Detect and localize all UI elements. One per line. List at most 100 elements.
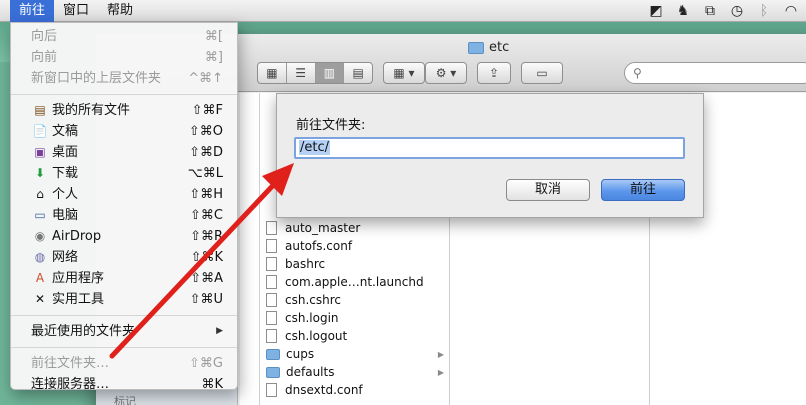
- window-title-text: etc: [489, 40, 510, 55]
- chevron-right-icon: ▶: [216, 326, 223, 336]
- chevron-right-icon: ▶: [437, 349, 444, 359]
- list-item[interactable]: auto_master: [266, 219, 448, 237]
- shortcut-label: ⇧⌘F: [191, 103, 223, 118]
- icon-view-icon[interactable]: ▦: [258, 63, 287, 83]
- tag-icon: ▭: [536, 66, 548, 80]
- menu-help[interactable]: 帮助: [98, 0, 142, 22]
- list-item[interactable]: autofs.conf: [266, 237, 448, 255]
- all-files-icon: ▤: [34, 103, 46, 117]
- chevron-right-icon: ▶: [437, 367, 444, 377]
- go-button[interactable]: 前往: [601, 179, 685, 201]
- shortcut-label: ⇧⌘O: [188, 124, 223, 139]
- menu-item-enclosing-folder[interactable]: 新窗口中的上层文件夹 ^⌘↑: [11, 68, 237, 89]
- file-icon: [266, 383, 277, 397]
- list-item[interactable]: dnsextd.conf: [266, 381, 448, 399]
- menu-item-computer[interactable]: ▭ 电脑 ⇧⌘C: [11, 205, 237, 226]
- menu-item-downloads[interactable]: ⬇ 下载 ⌥⌘L: [11, 163, 237, 184]
- downloads-icon: ⬇: [34, 166, 46, 180]
- column-pane: [240, 93, 260, 405]
- shortcut-label: ⇧⌘H: [189, 187, 223, 202]
- list-item[interactable]: defaults ▶: [266, 363, 448, 381]
- menu-item-connect-server[interactable]: 连接服务器… ⌘K: [11, 374, 237, 395]
- tags-button[interactable]: ▭: [521, 62, 563, 84]
- list-item[interactable]: csh.logout: [266, 327, 448, 345]
- share-button[interactable]: ⇪: [477, 62, 511, 84]
- list-item[interactable]: com.apple…nt.launchd: [266, 273, 448, 291]
- list-item[interactable]: csh.login: [266, 309, 448, 327]
- airdrop-icon: ◉: [34, 229, 46, 243]
- menu-bar: 前往 窗口 帮助 ◩ ♞ ⧉ ◷ ᛒ ◠: [0, 0, 806, 22]
- list-item[interactable]: csh.cshrc: [266, 291, 448, 309]
- network-icon: ◍: [34, 250, 46, 264]
- shortcut-label: ^⌘↑: [188, 71, 223, 86]
- shortcut-label: ⇧⌘U: [189, 292, 223, 307]
- shortcut-label: ⌘]: [204, 50, 223, 65]
- shortcut-label: ⇧⌘R: [190, 229, 223, 244]
- share-icon: ⇪: [488, 66, 500, 80]
- shortcut-label: ⇧⌘G: [189, 356, 223, 371]
- wifi-icon[interactable]: ◠: [782, 2, 800, 20]
- menu-item-desktop[interactable]: ▣ 桌面 ⇧⌘D: [11, 142, 237, 163]
- coverflow-view-icon[interactable]: ▤: [344, 63, 372, 83]
- file-icon: [266, 239, 277, 253]
- qq-icon[interactable]: ♞: [674, 2, 692, 20]
- search-icon: ⚲: [633, 66, 642, 80]
- file-icon: [266, 221, 277, 235]
- shortcut-label: ⇧⌘C: [190, 208, 223, 223]
- file-icon: [266, 275, 277, 289]
- file-icon: [266, 311, 277, 325]
- view-mode-buttons[interactable]: ▦ ☰ ▥ ▤: [257, 62, 373, 84]
- menu-item-airdrop[interactable]: ◉ AirDrop ⇧⌘R: [11, 226, 237, 247]
- folder-icon: [266, 366, 280, 378]
- status-icons: ◩ ♞ ⧉ ◷ ᛒ ◠: [647, 2, 800, 20]
- shortcut-label: ⌘[: [204, 29, 223, 44]
- time-machine-icon[interactable]: ◷: [728, 2, 746, 20]
- arrange-icon: ▦ ▾: [393, 66, 415, 80]
- menu-item-network[interactable]: ◍ 网络 ⇧⌘K: [11, 247, 237, 268]
- menu-item-recent-folders[interactable]: 最近使用的文件夹 ▶: [11, 321, 237, 342]
- menu-item-applications[interactable]: A 应用程序 ⇧⌘A: [11, 268, 237, 289]
- arrange-button[interactable]: ▦ ▾: [383, 62, 425, 84]
- window-title: etc: [468, 40, 509, 55]
- goto-folder-path-input[interactable]: /etc/: [294, 137, 685, 159]
- list-item[interactable]: bashrc: [266, 255, 448, 273]
- menu-item-home[interactable]: ⌂ 个人 ⇧⌘H: [11, 184, 237, 205]
- file-icon: [266, 293, 277, 307]
- menu-separator: [11, 347, 237, 348]
- bluetooth-icon[interactable]: ᛒ: [755, 2, 773, 20]
- etc-file-list: auto_master autofs.conf bashrc com.apple…: [266, 219, 448, 399]
- menu-separator: [11, 94, 237, 95]
- applications-icon: A: [35, 271, 45, 285]
- column-view-icon[interactable]: ▥: [315, 63, 345, 83]
- go-menu-dropdown: 向后 ⌘[ 向前 ⌘] 新窗口中的上层文件夹 ^⌘↑ ▤ 我的所有文件 ⇧⌘F 📄 文稿 ⇧⌘…: [10, 22, 238, 392]
- goto-folder-sheet: 前往文件夹: /etc/ 取消 前往: [276, 93, 704, 218]
- shortcut-label: ⇧⌘D: [189, 145, 223, 160]
- menu-item-all-my-files[interactable]: ▤ 我的所有文件 ⇧⌘F: [11, 100, 237, 121]
- menu-item-forward[interactable]: 向前 ⌘]: [11, 47, 237, 68]
- cancel-button[interactable]: 取消: [506, 179, 590, 201]
- shortcut-label: ⇧⌘A: [190, 271, 223, 286]
- menu-item-documents[interactable]: 📄 文稿 ⇧⌘O: [11, 121, 237, 142]
- documents-icon: 📄: [32, 124, 48, 138]
- app-status-icon[interactable]: ◩: [647, 2, 665, 20]
- window-switch-icon[interactable]: ⧉: [701, 2, 719, 20]
- menu-go[interactable]: 前往: [10, 0, 55, 22]
- shortcut-label: ⇧⌘K: [190, 250, 223, 265]
- folder-icon: [468, 41, 484, 54]
- path-value: /etc/: [299, 140, 331, 155]
- utilities-icon: ✕: [34, 292, 46, 306]
- folder-icon: [266, 348, 280, 360]
- menu-window[interactable]: 窗口: [54, 0, 98, 22]
- list-view-icon[interactable]: ☰: [287, 63, 316, 83]
- list-item[interactable]: cups ▶: [266, 345, 448, 363]
- search-input[interactable]: ⚲: [624, 62, 806, 84]
- goto-folder-label: 前往文件夹:: [296, 118, 366, 133]
- file-icon: [266, 329, 277, 343]
- menu-item-utilities[interactable]: ✕ 实用工具 ⇧⌘U: [11, 289, 237, 310]
- desktop-icon: ▣: [34, 145, 46, 159]
- menu-item-back[interactable]: 向后 ⌘[: [11, 26, 237, 47]
- action-button[interactable]: ⚙ ▾: [425, 62, 467, 84]
- computer-icon: ▭: [34, 208, 46, 222]
- menu-item-goto-folder[interactable]: 前往文件夹… ⇧⌘G: [11, 353, 237, 374]
- shortcut-label: ⌥⌘L: [187, 166, 223, 181]
